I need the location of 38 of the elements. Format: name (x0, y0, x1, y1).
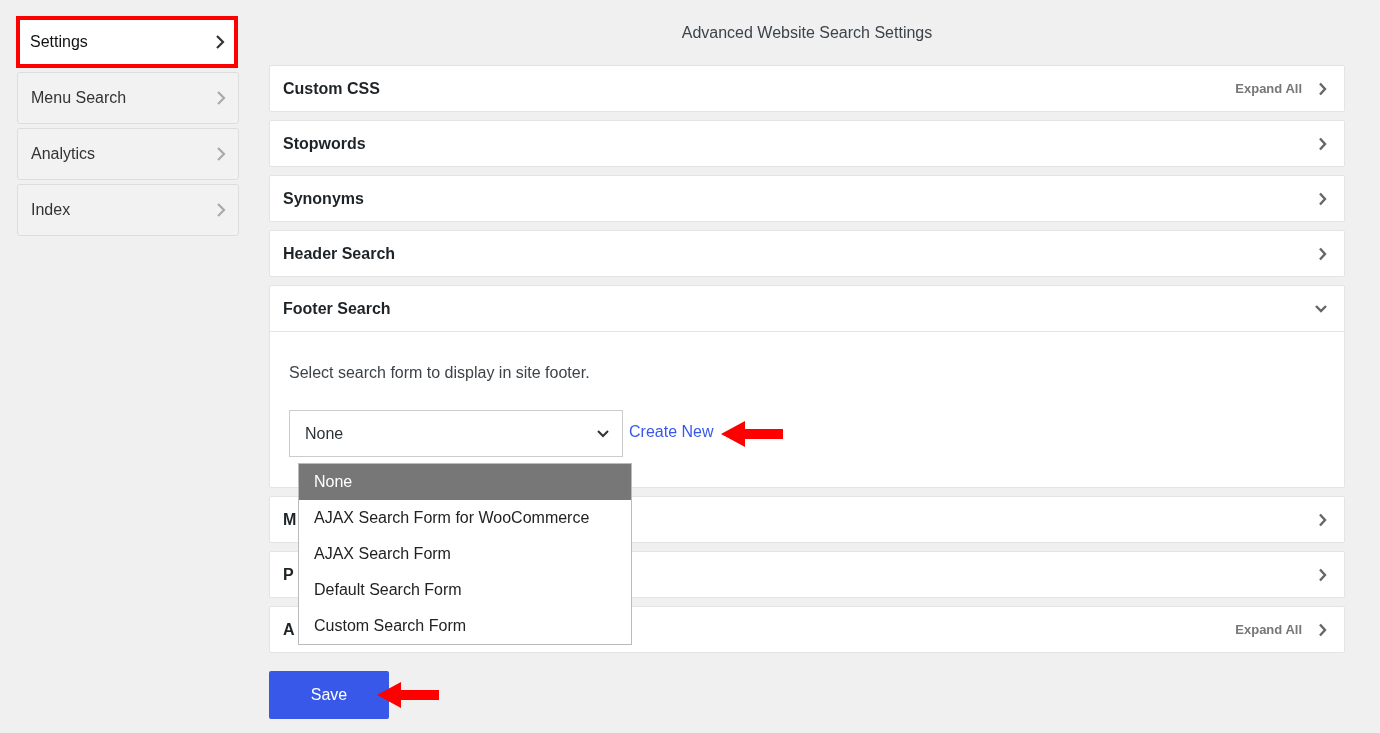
section-title: Footer Search (283, 299, 391, 318)
dropdown-option[interactable]: AJAX Search Form for WooCommerce (299, 500, 631, 536)
section-title: M (283, 510, 297, 529)
chevron-right-icon[interactable] (1318, 81, 1328, 96)
chevron-down-icon[interactable] (1314, 303, 1328, 314)
chevron-right-icon[interactable] (1318, 246, 1328, 261)
chevron-right-icon (216, 146, 226, 162)
section-title: Header Search (283, 244, 396, 263)
create-new-link[interactable]: Create New (629, 422, 714, 441)
dropdown-option[interactable]: Custom Search Form (299, 608, 631, 644)
sidebar-item[interactable]: Analytics (17, 128, 239, 180)
sidebar-item[interactable]: Index (17, 184, 239, 236)
expand-all-link[interactable]: Expand All (1235, 81, 1302, 96)
page-title: Advanced Website Search Settings (680, 24, 934, 42)
section-title: Custom CSS (283, 79, 380, 98)
form-select[interactable]: None (289, 410, 623, 457)
chevron-right-icon (216, 90, 226, 106)
dropdown-option[interactable]: None (299, 464, 631, 500)
select-value: None (305, 424, 344, 443)
chevron-right-icon[interactable] (1318, 191, 1328, 206)
sidebar-item[interactable]: Menu Search (17, 72, 239, 124)
section-title: P (283, 565, 294, 584)
chevron-right-icon (216, 202, 226, 218)
chevron-right-icon[interactable] (1318, 512, 1328, 527)
dropdown-option[interactable]: Default Search Form (299, 572, 631, 608)
section-title: Synonyms (283, 189, 364, 208)
save-button[interactable]: Save (269, 671, 389, 719)
expand-all-link[interactable]: Expand All (1235, 622, 1302, 637)
chevron-right-icon[interactable] (1318, 622, 1328, 637)
chevron-down-icon (596, 428, 610, 439)
chevron-right-icon[interactable] (1318, 567, 1328, 582)
dropdown-option[interactable]: AJAX Search Form (299, 536, 631, 572)
section-title: Stopwords (283, 134, 366, 153)
section-title: A (283, 620, 295, 639)
chevron-right-icon (215, 34, 225, 50)
chevron-right-icon[interactable] (1318, 136, 1328, 151)
description-text: Select search form to display in site footer. (289, 364, 591, 382)
sidebar-item[interactable]: Settings (16, 16, 238, 68)
